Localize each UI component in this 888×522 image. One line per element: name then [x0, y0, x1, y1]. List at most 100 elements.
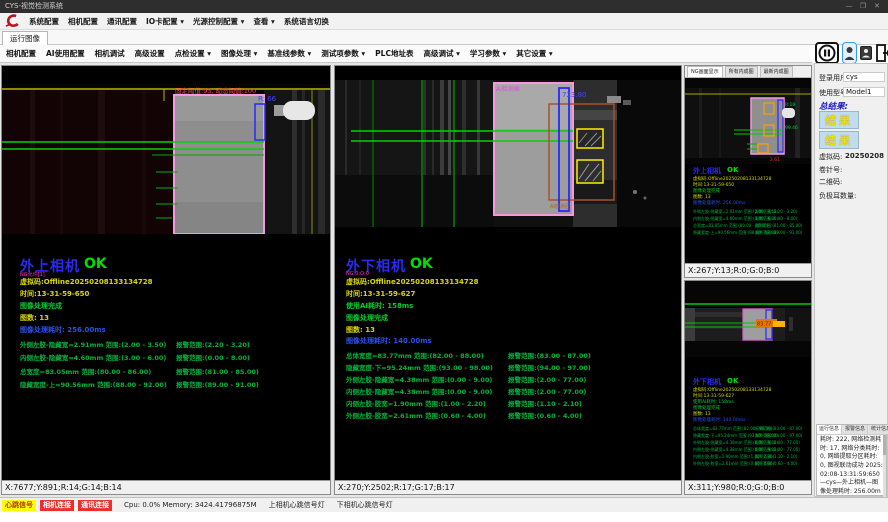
white-connector — [782, 108, 795, 118]
result-barcode: 虚拟码:Offline20250208133134728 — [20, 277, 153, 287]
upper-camera-heartbeat-label: 上相机心跳信号灯 — [269, 500, 325, 510]
app-window: CYS-视觉检测系统 —❐✕ 系统配置 相机配置 通讯配置 IO卡配置 ▾ 光源… — [0, 0, 888, 522]
result-done: 图像处理完成 — [20, 301, 62, 311]
tab-run-image[interactable]: 运行图像 — [2, 31, 48, 45]
mini-measurement-row: 隐藏宽度-下=95.24mm 范围:(93.00 - 98.00)报警范围:(9… — [693, 433, 811, 439]
roi-mini-label: 2.61 — [770, 157, 780, 163]
tool-camera-config[interactable]: 相机配置 — [6, 48, 36, 59]
tool-image-process[interactable]: 图像处理 ▾ — [221, 48, 257, 59]
ai-roi-label: AI检测区 — [550, 203, 570, 210]
result-barcode: 虚拟码:Offline20250208133134728 — [346, 277, 479, 287]
result-frames: 图数: 13 — [20, 313, 49, 323]
measurement-row: 总宽度=83.05mm 范围:(80.00 - 86.00)报警范围:(81.0… — [20, 366, 320, 376]
blue-roi-label: R: 66 — [258, 95, 277, 103]
tool-test-params[interactable]: 测试项参数 ▾ — [321, 48, 365, 59]
white-connector — [283, 101, 315, 120]
roi-mini-label: 99.46 — [785, 125, 798, 131]
tab-stats-info[interactable]: 统计信息 — [869, 425, 888, 434]
mini-result-status: OK — [727, 166, 738, 174]
mini-result-title: 外下相机 — [693, 377, 721, 387]
lower-camera-image[interactable]: 723.80 AI检测框 AI检测区 — [335, 80, 681, 227]
comm-link-status-badge: 通讯连接 — [78, 500, 112, 511]
menu-item-language[interactable]: 系统语言切换 — [284, 16, 329, 27]
secondary-thumbnail-panel: 83.77 外下相机 OK 虚拟码:Offline202502081331347… — [684, 280, 812, 495]
ng-camera-thumbnail[interactable]: R:18 99.46 2.61 — [685, 78, 811, 164]
mini-measurement-row: 内侧左胶-胶宽=1.90mm 范围:(1.00 - 2.20)报警范围:(1.1… — [693, 454, 811, 460]
blue-roi-value: 723.80 — [562, 91, 587, 99]
view-tab-strip: 运行图像 — [0, 30, 888, 45]
pause-icon — [817, 44, 837, 62]
menu-item-io-config[interactable]: IO卡配置 ▾ — [146, 16, 184, 27]
info-scrollbar[interactable] — [883, 435, 886, 497]
upper-camera-image[interactable]: R: 66 固定阈值:93, 动态阈值:100 — [2, 84, 330, 234]
minimize-button[interactable]: — — [842, 0, 856, 13]
tab-all-images[interactable]: 所有内成图 — [725, 66, 758, 77]
measurement-row: 内侧左胶-隐藏宽=4.60mm 范围:(3.00 - 6.00)报警范围:(0.… — [20, 352, 320, 362]
result-done: 图像处理完成 — [346, 313, 388, 323]
menu-item-comm-config[interactable]: 通讯配置 — [107, 16, 137, 27]
user-button[interactable] — [842, 42, 857, 64]
tool-advanced-settings[interactable]: 高级设置 — [135, 48, 165, 59]
pause-button[interactable] — [815, 42, 839, 64]
mini-measurement-row: 内侧左胶-隐藏宽=4.60mm 范围:(3.00 - 6.00)报警范围:(0.… — [693, 216, 811, 222]
barcode-value: 20250208 — [845, 152, 884, 160]
menu-item-view[interactable]: 查看 ▾ — [253, 16, 274, 27]
exit-button[interactable] — [875, 43, 888, 63]
tab-run-info[interactable]: 运行信息 — [817, 425, 842, 434]
window-controls: —❐✕ — [842, 0, 884, 13]
status-bar: 心跳信号 相机连接 通讯连接 Cpu: 0.0% Memory: 3424.41… — [0, 497, 888, 512]
pixel-coords-bar: X:7677;Y:891;R:14;G:14;B:14 — [2, 480, 330, 494]
menu-item-system-config[interactable]: 系统配置 — [29, 16, 59, 27]
tool-advanced-debug[interactable]: 高级调试 ▾ — [423, 48, 459, 59]
tab-count-label: 负极耳数量: — [819, 191, 856, 201]
cpu-memory-readout: Cpu: 0.0% Memory: 3424.41796875M — [124, 501, 257, 509]
tab-alarm-info[interactable]: 报警信息 — [843, 425, 868, 434]
menu-item-camera-config[interactable]: 相机配置 — [68, 16, 98, 27]
tool-camera-debug[interactable]: 相机调试 — [95, 48, 125, 59]
login-user-value: cys — [843, 72, 885, 82]
tool-ai-usage[interactable]: AI使用配置 — [46, 48, 85, 59]
tool-other-settings[interactable]: 其它设置 ▾ — [516, 48, 552, 59]
mini-measurement-row: 外侧左胶-隐藏宽=2.91mm 范围:(2.00 - 3.50)报警范围:(2.… — [693, 209, 811, 215]
maximize-button[interactable]: ❐ — [856, 0, 870, 13]
tab-latest-images[interactable]: 最新内成图 — [760, 66, 793, 77]
measurement-row: 隐藏宽度-下=95.24mm 范围:(93.00 - 98.00)报警范围:(9… — [346, 362, 666, 372]
total-result-box-upper: 结果 — [819, 111, 859, 129]
secondary-camera-thumbnail[interactable]: 83.77 — [685, 281, 811, 357]
measurement-row: 隐藏宽度-上=90.56mm 范围:(88.00 - 92.00)报警范围:(8… — [20, 379, 320, 389]
tool-learning-params[interactable]: 学习参数 ▾ — [470, 48, 506, 59]
toolbar: 相机配置 AI使用配置 相机调试 高级设置 点检设置 ▾ 图像处理 ▾ 基准线参… — [0, 45, 812, 63]
ng-display-tabs: NG画面显示 所有内成图 最新内成图 — [685, 66, 811, 78]
threshold-overlay-text: 固定阈值:93, 动态阈值:100 — [175, 86, 256, 95]
upper-camera-panel: R: 66 固定阈值:93, 动态阈值:100 外上相机 OK NG允许[1] … — [1, 65, 331, 495]
user-gear-icon — [861, 47, 871, 59]
lower-camera-heartbeat-label: 下相机心跳信号灯 — [337, 500, 393, 510]
measurement-row: 总体宽度=83.77mm 范围:(82.00 - 88.00)报警范围:(83.… — [346, 350, 666, 360]
model-value: Model1 — [843, 87, 885, 97]
mini-measurement-row: 隐藏宽度-上=90.56mm 范围:(88.00 - 92.00)报警范围:(8… — [693, 230, 811, 236]
tool-baseline-params[interactable]: 基准线参数 ▾ — [267, 48, 311, 59]
user-settings-button[interactable] — [860, 46, 872, 60]
mini-result-elapsed: 图像处理耗时: 140.00ms — [693, 417, 745, 423]
ai-box-label: AI检测框 — [496, 85, 520, 93]
window-title: CYS-视觉检测系统 — [5, 0, 63, 13]
roi-mini-label: R:18 — [785, 102, 795, 108]
menu-item-light-config[interactable]: 光源控制配置 ▾ — [193, 16, 244, 27]
mini-measurement-row: 总体宽度=83.77mm 范围:(82.00 - 88.00)报警范围:(83.… — [693, 426, 811, 432]
pixel-coords-bar: X:270;Y:2502;R:17;G:17;B:17 — [335, 480, 681, 494]
mini-result-elapsed: 图像处理耗时: 256.00ms — [693, 200, 745, 206]
app-logo-icon — [4, 14, 20, 28]
mini-measurement-row: 内侧左胶-隐藏宽=4.38mm 范围:(0.00 - 9.00)报警范围:(2.… — [693, 447, 811, 453]
measurement-row: 内侧左胶-隐藏宽=4.38mm 范围:(0.00 - 9.00)报警范围:(2.… — [346, 386, 666, 396]
result-elapsed: 图像处理耗时: 140.00ms — [346, 336, 432, 346]
close-button[interactable]: ✕ — [870, 0, 884, 13]
mini-measurement-row: 外侧左胶-胶宽=2.61mm 范围:(0.60 - 4.00)报警范围:(0.6… — [693, 461, 811, 467]
tab-ng-display[interactable]: NG画面显示 — [687, 66, 723, 77]
result-time: 时间:13-31-59-627 — [346, 289, 415, 299]
qr-code-label: 二维码: — [819, 177, 842, 187]
tool-plc-address[interactable]: PLC地址表 — [375, 48, 413, 59]
tool-spot-check[interactable]: 点检设置 ▾ — [175, 48, 211, 59]
camera-link-status-badge: 相机连接 — [40, 500, 74, 511]
mini-measurement-row: 外侧左胶-隐藏宽=4.38mm 范围:(0.00 - 9.00)报警范围:(2.… — [693, 440, 811, 446]
pixel-coords-bar: X:267;Y:13;R:0;G:0;B:0 — [685, 263, 811, 277]
